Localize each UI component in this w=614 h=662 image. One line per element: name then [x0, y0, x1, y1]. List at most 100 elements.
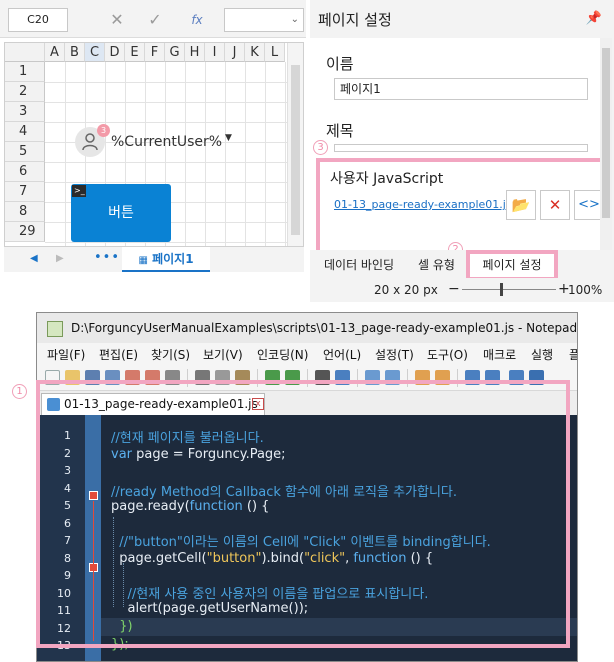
column-header[interactable]: J: [225, 43, 245, 62]
row-header[interactable]: 2: [5, 82, 45, 102]
zoom-slider-thumb[interactable]: [500, 283, 503, 296]
zoom-in-icon[interactable]: [365, 370, 380, 385]
menu-view[interactable]: 보기(V): [203, 346, 243, 363]
save-all-icon[interactable]: [105, 370, 120, 385]
tab-data-binding[interactable]: 데이터 바인딩: [324, 256, 394, 273]
row-header[interactable]: 6: [5, 162, 45, 182]
grid-line: [45, 242, 290, 243]
replace-icon[interactable]: [335, 370, 350, 385]
row-header[interactable]: 5: [5, 142, 45, 162]
line-number: 12: [57, 621, 71, 635]
javascript-file-link[interactable]: 01-13_page-ready-example01.js: [334, 198, 512, 211]
word-wrap-icon[interactable]: [465, 370, 480, 385]
tab-more-button[interactable]: •••: [94, 250, 120, 265]
dropdown-arrow-icon[interactable]: ▼: [225, 133, 232, 143]
zoom-out-icon[interactable]: [385, 370, 400, 385]
column-header[interactable]: D: [105, 43, 125, 62]
pin-icon[interactable]: 📌: [586, 11, 602, 26]
close-tab-icon[interactable]: x: [252, 398, 264, 410]
close-file-icon[interactable]: [125, 370, 140, 385]
menu-settings[interactable]: 설정(T): [375, 346, 414, 363]
row-header[interactable]: 3: [5, 102, 45, 122]
menu-language[interactable]: 언어(L): [323, 346, 361, 363]
name-field[interactable]: 페이지1: [334, 78, 588, 100]
grid-size-readout: 20 x 20 px: [374, 283, 438, 297]
sync-vertical-icon[interactable]: [415, 370, 430, 385]
undo-icon[interactable]: [265, 370, 280, 385]
row-header[interactable]: 1: [5, 62, 45, 82]
column-header[interactable]: K: [245, 43, 265, 62]
zoom-slider[interactable]: [462, 289, 556, 290]
row-header[interactable]: 8: [5, 202, 45, 222]
zoom-bar: 20 x 20 px − + 100%: [310, 278, 614, 302]
column-header[interactable]: C: [85, 43, 105, 62]
menu-run[interactable]: 실행: [531, 346, 553, 363]
cut-icon[interactable]: [195, 370, 210, 385]
menu-search[interactable]: 찾기(S): [151, 346, 190, 363]
column-header[interactable]: B: [65, 43, 85, 62]
sync-horizontal-icon[interactable]: [435, 370, 450, 385]
tab-prev-icon[interactable]: ◀: [30, 253, 38, 264]
delete-icon[interactable]: ✕: [540, 190, 570, 220]
button-cell[interactable]: >_ 버튼: [71, 184, 171, 242]
new-file-icon[interactable]: [45, 370, 60, 385]
menu-macro[interactable]: 매크로: [483, 346, 516, 363]
open-folder-icon[interactable]: 📂: [506, 190, 536, 220]
panel-content: 이름 페이지1 제목 3 사용자 JavaScript 01-13_page-r…: [310, 38, 610, 258]
row-header[interactable]: 29: [5, 222, 45, 242]
copy-icon[interactable]: [215, 370, 230, 385]
indent-guide-icon[interactable]: [509, 370, 524, 385]
close-all-icon[interactable]: [145, 370, 160, 385]
fold-toggle-icon[interactable]: [89, 491, 98, 500]
redo-icon[interactable]: [285, 370, 300, 385]
column-header[interactable]: F: [145, 43, 165, 62]
panel-scrollbar[interactable]: [600, 38, 612, 256]
cell-reference-box[interactable]: C20: [8, 8, 68, 32]
code-text: page.ready(: [111, 499, 190, 514]
menu-tools[interactable]: 도구(O): [427, 346, 468, 363]
notepad-app-icon: [47, 321, 63, 337]
tab-next-icon[interactable]: ▶: [56, 253, 64, 264]
cancel-icon[interactable]: ✕: [100, 8, 134, 32]
panel-scrollbar-thumb[interactable]: [602, 48, 610, 218]
zoom-out-button[interactable]: −: [448, 281, 460, 297]
menu-edit[interactable]: 편집(E): [99, 346, 138, 363]
row-header[interactable]: 7: [5, 182, 45, 202]
confirm-icon[interactable]: ✓: [138, 8, 172, 32]
open-file-icon[interactable]: [65, 370, 80, 385]
file-tab[interactable]: 01-13_page-ready-example01.js x: [41, 393, 265, 415]
function-icon[interactable]: fx: [180, 8, 214, 32]
language-icon[interactable]: [529, 370, 544, 385]
javascript-label: 사용자 JavaScript: [330, 171, 444, 187]
find-icon[interactable]: [315, 370, 330, 385]
tab-page-settings[interactable]: 페이지 설정: [466, 250, 558, 281]
panel-title: 페이지 설정: [318, 11, 392, 29]
column-header[interactable]: A: [45, 43, 65, 62]
corner-header[interactable]: [5, 43, 45, 62]
column-header[interactable]: E: [125, 43, 145, 62]
column-header[interactable]: H: [185, 43, 205, 62]
code-text: ).bind(: [261, 551, 305, 566]
current-user-widget[interactable]: 3 %CurrentUser% ▼: [75, 124, 245, 159]
row-header[interactable]: 4: [5, 122, 45, 142]
column-header[interactable]: L: [265, 43, 285, 62]
tab-cell-type[interactable]: 셀 유형: [418, 256, 455, 273]
column-header[interactable]: I: [205, 43, 225, 62]
scrollbar-thumb[interactable]: [291, 65, 300, 235]
column-header[interactable]: G: [165, 43, 185, 62]
tab-page1[interactable]: ▦ 페이지1: [122, 247, 210, 272]
menu-encoding[interactable]: 인코딩(N): [257, 346, 308, 363]
menu-file[interactable]: 파일(F): [47, 346, 85, 363]
paste-icon[interactable]: [235, 370, 250, 385]
code-editor[interactable]: 1 2 3 4 5 6 7 8 9 10 11 12 13 //현재 페이지를 불러옵니다. var p…: [37, 415, 577, 661]
grid-line: [225, 62, 226, 271]
menu-plugins[interactable]: 플: [569, 346, 577, 363]
print-icon[interactable]: [165, 370, 180, 385]
line-number: 4: [64, 481, 71, 495]
vertical-scrollbar[interactable]: [287, 43, 303, 271]
show-symbols-icon[interactable]: [485, 370, 500, 385]
spreadsheet-grid[interactable]: ABCDEFGHIJKL 1 2 3 4 5 6 7 8 29 3 %CurrentUser% …: [4, 42, 304, 272]
title-field[interactable]: [334, 144, 588, 152]
formula-dropdown[interactable]: ⌄: [224, 8, 304, 32]
save-icon[interactable]: [85, 370, 100, 385]
